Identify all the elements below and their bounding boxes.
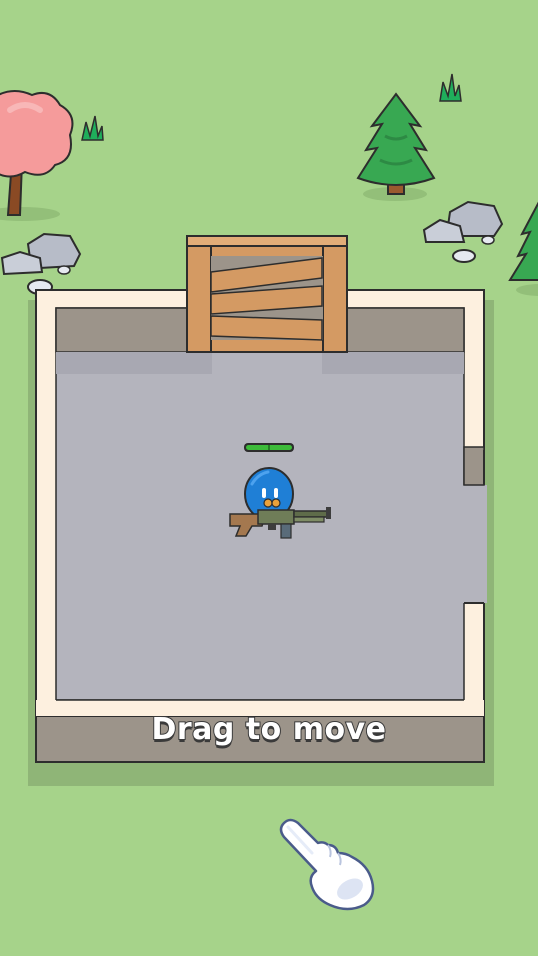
player-health-bar (244, 443, 294, 452)
tutorial-instruction: Drag to move (150, 711, 387, 748)
pointing-hand-icon (279, 818, 375, 911)
player-eye (262, 488, 266, 498)
player-eye (274, 488, 278, 498)
game-scene[interactable] (0, 0, 538, 956)
boarded-door (186, 235, 348, 353)
